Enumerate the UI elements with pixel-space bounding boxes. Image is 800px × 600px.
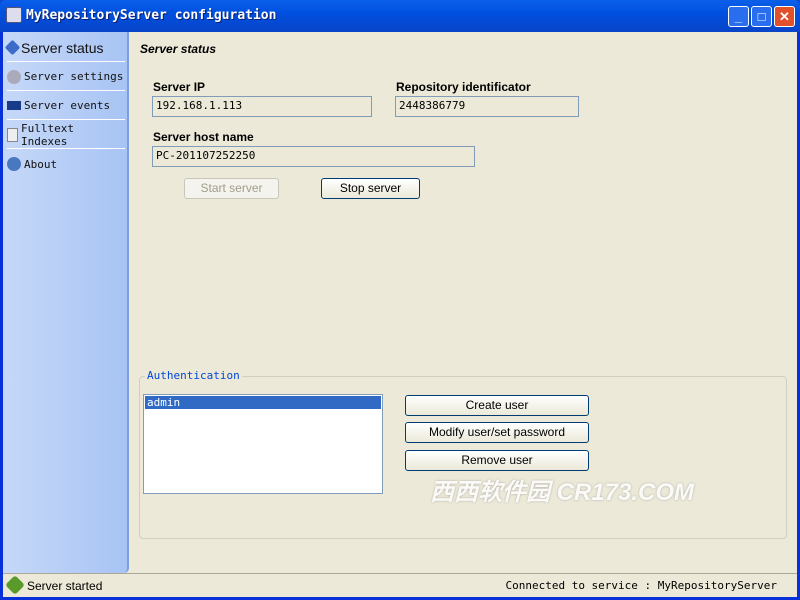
authentication-group: Authentication admin Create user Modify … xyxy=(139,369,787,539)
sidebar-item-label: Server status xyxy=(21,39,104,56)
status-right: Connected to service : MyRepositoryServe… xyxy=(505,579,777,592)
page-title: Server status xyxy=(140,42,217,56)
sidebar-item-label: Server settings xyxy=(24,70,124,83)
user-list[interactable]: admin xyxy=(143,394,383,494)
remove-user-button[interactable]: Remove user xyxy=(405,450,589,471)
app-icon xyxy=(6,7,22,23)
info-diamond-icon xyxy=(4,39,21,56)
maximize-button[interactable]: □ xyxy=(751,6,772,27)
repository-id-field[interactable]: 2448386779 xyxy=(395,96,579,117)
plug-icon xyxy=(5,575,25,595)
stop-server-button[interactable]: Stop server xyxy=(321,178,420,199)
close-button[interactable]: ✕ xyxy=(774,6,795,27)
modify-user-button[interactable]: Modify user/set password xyxy=(405,422,589,443)
sidebar-item-server-status[interactable]: Server status xyxy=(4,34,125,62)
server-ip-label: Server IP xyxy=(153,80,206,94)
flag-icon xyxy=(7,101,21,110)
sidebar-item-fulltext-indexes[interactable]: Fulltext Indexes xyxy=(7,121,125,149)
title-bar[interactable]: MyRepositoryServer configuration _ □ ✕ xyxy=(0,0,800,32)
gear-icon xyxy=(7,69,21,84)
sidebar-item-server-events[interactable]: Server events xyxy=(7,92,125,120)
host-name-field[interactable]: PC-201107252250 xyxy=(152,146,475,167)
minimize-button[interactable]: _ xyxy=(728,6,749,27)
create-user-button[interactable]: Create user xyxy=(405,395,589,416)
document-icon xyxy=(7,127,18,142)
server-status-panel: Server status Server IP 192.168.1.113 Re… xyxy=(129,32,797,573)
status-bar: Server started Connected to service : My… xyxy=(3,573,797,597)
sidebar-item-label: About xyxy=(24,157,58,171)
server-ip-field[interactable]: 192.168.1.113 xyxy=(152,96,372,117)
sidebar-item-about[interactable]: About xyxy=(7,150,125,178)
watermark-logo: 西西软件园 CR173.COM xyxy=(430,479,695,506)
sidebar-item-label: Fulltext Indexes xyxy=(21,121,74,148)
start-server-button[interactable]: Start server xyxy=(184,178,279,199)
repository-id-label: Repository identificator xyxy=(396,80,531,94)
main-window: MyRepositoryServer configuration _ □ ✕ S… xyxy=(0,0,800,600)
host-name-label: Server host name xyxy=(153,130,254,144)
info-icon xyxy=(7,157,21,171)
sidebar: Server status Server settings Server eve… xyxy=(3,32,129,573)
authentication-legend: Authentication xyxy=(145,369,242,382)
list-item[interactable]: admin xyxy=(145,396,381,409)
window-title: MyRepositoryServer configuration xyxy=(26,8,277,23)
sidebar-item-label: Server events xyxy=(24,99,111,112)
status-left: Server started xyxy=(27,579,103,593)
sidebar-item-server-settings[interactable]: Server settings xyxy=(7,63,125,91)
